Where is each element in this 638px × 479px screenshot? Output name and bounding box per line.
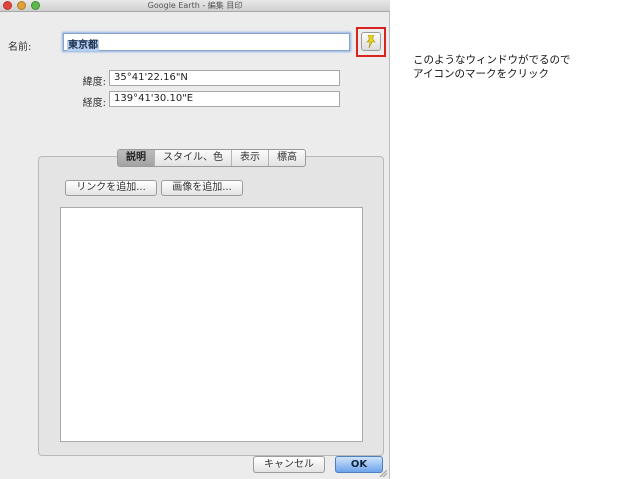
tab-style-color[interactable]: スタイル、色	[154, 150, 231, 166]
longitude-input[interactable]: 139°41'30.10"E	[109, 91, 340, 107]
name-input[interactable]: 東京都	[63, 33, 350, 51]
description-textarea[interactable]	[60, 207, 363, 442]
ok-button[interactable]: OK	[335, 456, 383, 473]
longitude-label: 経度:	[82, 98, 106, 109]
latitude-label: 緯度:	[82, 77, 106, 88]
add-link-button[interactable]: リンクを追加...	[65, 180, 157, 196]
title-bar[interactable]: Google Earth - 編集 目印	[0, 0, 390, 12]
tab-bar: 説明 スタイル、色 表示 標高	[117, 149, 306, 167]
cancel-button[interactable]: キャンセル	[253, 456, 325, 473]
annotation-line-1: このようなウィンドウがでるので	[413, 54, 571, 66]
name-input-value: 東京都	[67, 40, 99, 51]
tab-description[interactable]: 説明	[118, 150, 154, 166]
resize-grip-icon[interactable]	[379, 469, 387, 477]
tab-altitude[interactable]: 標高	[268, 150, 305, 166]
pushpin-icon	[366, 35, 376, 48]
tab-view[interactable]: 表示	[231, 150, 268, 166]
window-title: Google Earth - 編集 目印	[147, 1, 243, 10]
annotation-line-2: アイコンのマークをクリック	[413, 68, 549, 80]
placemark-icon-button[interactable]	[361, 32, 381, 51]
edit-placemark-window: Google Earth - 編集 目印 名前: 東京都 緯度: 35°41'2…	[0, 0, 390, 479]
pushpin-shape	[366, 35, 376, 48]
annotation-note: このようなウィンドウがでるので アイコンのマークをクリック	[413, 53, 633, 81]
add-image-button[interactable]: 画像を追加...	[161, 180, 243, 196]
name-label: 名前:	[8, 42, 32, 53]
latitude-input[interactable]: 35°41'22.16"N	[109, 70, 340, 86]
